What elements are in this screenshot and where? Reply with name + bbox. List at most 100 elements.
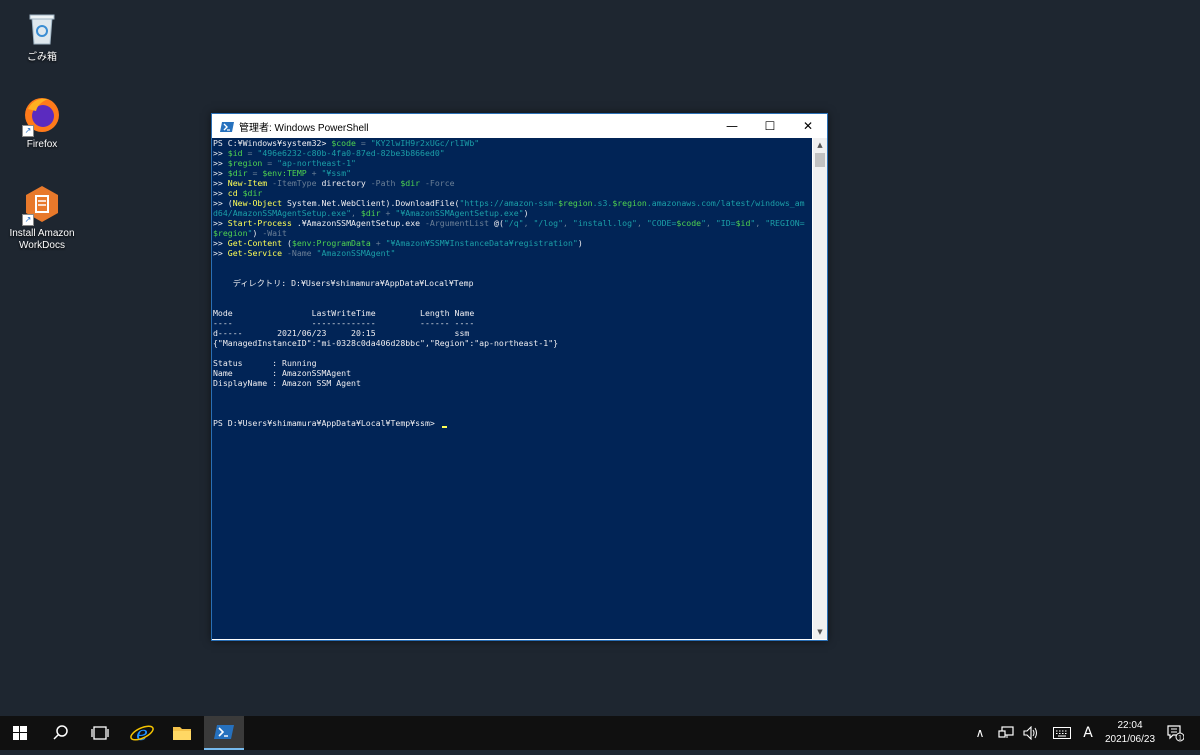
- console-token: $env:ProgramData: [291, 238, 371, 248]
- console-output[interactable]: PS C:¥Windows¥system32> $code = "KY2lwIH…: [212, 138, 812, 639]
- console-token: >>: [213, 188, 228, 198]
- console-token: =: [242, 148, 258, 158]
- search-icon: [53, 725, 68, 740]
- speaker-icon: [1023, 725, 1037, 741]
- minimize-button[interactable]: —: [713, 114, 751, 138]
- powershell-icon: [214, 725, 234, 739]
- maximize-icon: ☐: [764, 119, 776, 133]
- console-token: {"ManagedInstanceID":"mi-0328c0da406d28b…: [213, 338, 559, 348]
- console-token: "REGION=: [765, 218, 805, 228]
- console-line: >> Get-Content ($env:ProgramData + "¥Ama…: [213, 238, 583, 248]
- task-view-button[interactable]: [80, 716, 120, 750]
- window-title: 管理者: Windows PowerShell: [239, 123, 369, 134]
- window-titlebar[interactable]: 管理者: Windows PowerShell — ☐ ✕: [212, 114, 827, 138]
- console-token: cd: [227, 188, 238, 198]
- close-icon: ✕: [802, 119, 814, 133]
- shortcut-arrow-icon: ↗: [22, 125, 34, 137]
- close-button[interactable]: ✕: [789, 114, 827, 138]
- console-line: ---- ------------- ------ ----: [213, 318, 474, 328]
- console-token: directory: [316, 178, 366, 188]
- console-line: >> Start-Process .¥AmazonSSMAgentSetup.e…: [213, 218, 805, 228]
- desktop-icon-label: Install Amazon WorkDocs: [9, 228, 75, 251]
- scroll-up-arrow-icon[interactable]: ▲: [813, 138, 827, 152]
- powershell-icon: [220, 119, 234, 133]
- clock-date: 2021/06/23: [1104, 734, 1156, 745]
- console-token: -Wait: [262, 228, 287, 238]
- console-token: "¥AmazonSSMAgentSetup.exe": [395, 208, 524, 218]
- desktop-icon-recycle-bin[interactable]: ごみ箱: [2, 8, 82, 64]
- console-line: >> cd $dir: [213, 188, 262, 198]
- console-token: $dir: [360, 208, 381, 218]
- console-token: >>: [213, 148, 228, 158]
- console-token: >>: [213, 178, 228, 188]
- console-token: -Force: [420, 178, 455, 188]
- svg-text:1: 1: [1178, 735, 1182, 742]
- console-line: PS D:¥Users¥shimamura¥AppData¥Local¥Temp…: [213, 418, 447, 428]
- console-token: -ArgumentList: [420, 218, 495, 228]
- console-token: >>: [213, 218, 228, 228]
- network-button[interactable]: [995, 716, 1017, 750]
- console-token: .¥AmazonSSMAgentSetup.exe: [291, 218, 421, 228]
- console-token: $dir: [400, 178, 421, 188]
- taskbar-file-explorer[interactable]: [162, 716, 202, 750]
- svg-text:e: e: [136, 721, 148, 745]
- console-token: Name : AmazonSSMAgent: [213, 368, 352, 378]
- console-token: New-Item: [227, 178, 268, 188]
- console-token: .s3.: [592, 198, 613, 208]
- touch-keyboard-button[interactable]: [1050, 716, 1074, 750]
- console-token: ,: [351, 208, 361, 218]
- console-token: ,: [706, 218, 716, 228]
- console-token: Mode LastWriteTime Length Name: [213, 308, 475, 318]
- scrollbar-thumb[interactable]: [815, 153, 825, 167]
- console-token: >>: [213, 168, 228, 178]
- console-line: >> $dir = $env:TEMP + "¥ssm": [213, 168, 351, 178]
- taskbar: e ∧ A 22:04 2021/06/23 1: [0, 716, 1200, 750]
- start-button[interactable]: [0, 716, 40, 750]
- console-token: =: [355, 138, 371, 148]
- powershell-window: 管理者: Windows PowerShell — ☐ ✕ PS C:¥Wind…: [211, 113, 828, 641]
- desktop-icon-workdocs[interactable]: ↗ Install Amazon WorkDocs: [2, 184, 82, 252]
- task-view-icon: [91, 726, 109, 740]
- volume-button[interactable]: [1020, 716, 1042, 750]
- clock[interactable]: 22:04 2021/06/23: [1100, 719, 1160, 747]
- show-hidden-icons-button[interactable]: ∧: [970, 716, 990, 750]
- console-token: =: [262, 158, 278, 168]
- console-token: Status : Running: [213, 358, 317, 368]
- console-token: ,: [563, 218, 573, 228]
- console-line: d64/AmazonSSMAgentSetup.exe", $dir + "¥A…: [213, 208, 529, 218]
- taskbar-internet-explorer[interactable]: e: [122, 716, 162, 750]
- maximize-button[interactable]: ☐: [751, 114, 789, 138]
- desktop-icon-firefox[interactable]: ↗ Firefox: [2, 95, 82, 151]
- console-token: +: [380, 208, 396, 218]
- console-token: >>: [213, 198, 228, 208]
- firefox-icon: ↗: [22, 95, 62, 137]
- console-token: +: [370, 238, 386, 248]
- taskbar-powershell[interactable]: [204, 716, 244, 750]
- console-token: >>: [213, 248, 228, 258]
- console-line: DisplayName : Amazon SSM Agent: [213, 378, 361, 388]
- console-line: >> New-Item -ItemType directory -Path $d…: [213, 178, 455, 188]
- console-token: ,: [636, 218, 647, 228]
- search-button[interactable]: [40, 716, 80, 750]
- console-token: PS D:¥Users¥shimamura¥AppData¥Local¥Temp…: [213, 418, 440, 428]
- keyboard-icon: [1053, 727, 1071, 739]
- console-token: ディレクトリ: D:¥Users¥shimamura¥AppData¥Local…: [213, 278, 474, 288]
- console-token: New-Object: [232, 198, 283, 208]
- scroll-down-arrow-icon[interactable]: ▼: [813, 625, 827, 639]
- network-icon: [998, 726, 1014, 738]
- minimize-icon: —: [726, 119, 738, 133]
- console-line: >> $region = "ap-northeast-1": [213, 158, 356, 168]
- workdocs-icon: ↗: [22, 184, 62, 226]
- console-token: "ap-northeast-1": [277, 158, 356, 168]
- console-token: $id: [735, 218, 751, 228]
- action-center-button[interactable]: 1: [1160, 716, 1190, 750]
- chevron-up-icon: ∧: [975, 726, 985, 740]
- notification-icon: 1: [1167, 725, 1185, 742]
- console-token: >>: [213, 158, 228, 168]
- console-token: -Path: [365, 178, 401, 188]
- console-token: $region: [558, 198, 593, 208]
- console-token: .amazonaws.com/latest/windows_am: [646, 198, 805, 208]
- console-token: $dir: [227, 168, 248, 178]
- input-indicator[interactable]: A: [1078, 716, 1098, 750]
- vertical-scrollbar[interactable]: ▲ ▼: [813, 138, 827, 639]
